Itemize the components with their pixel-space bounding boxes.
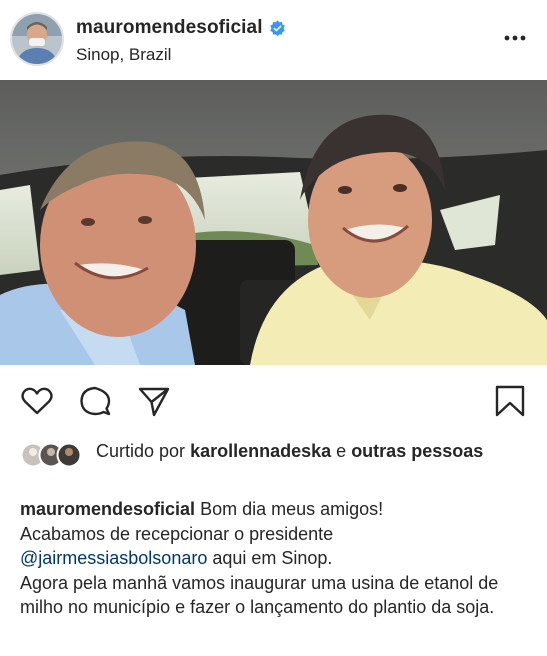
post-actions <box>0 368 547 428</box>
post-caption: mauromendesoficial Bom dia meus amigos! … <box>20 497 540 620</box>
caption-line: mauromendesoficial Bom dia meus amigos! <box>20 497 540 522</box>
caption-line2: Acabamos de recepcionar o presidente <box>20 523 334 544</box>
likes-prefix: Curtido por <box>96 441 186 461</box>
caption-line3-rest: aqui em Sinop. <box>207 548 333 568</box>
share-icon[interactable] <box>137 384 171 418</box>
more-options-icon[interactable] <box>503 26 527 50</box>
caption-line1: Bom dia meus amigos! <box>200 499 384 519</box>
caption-mention[interactable]: @jairmessiasbolsonaro <box>20 548 207 568</box>
post-header: mauromendesoficial Sinop, Brazil <box>0 0 547 80</box>
profile-avatar[interactable] <box>10 12 64 66</box>
heart-icon[interactable] <box>20 384 54 418</box>
post-username[interactable]: mauromendesoficial <box>76 17 263 39</box>
liker-avatars <box>20 442 82 468</box>
verified-badge-icon <box>269 19 285 36</box>
likes-others-link[interactable]: outras pessoas <box>351 441 483 461</box>
avatar-image <box>12 14 62 64</box>
likes-connector: e <box>336 441 347 461</box>
caption-line3: @jairmessiasbolsonaro aqui em Sinop. <box>20 546 540 571</box>
post-image <box>0 80 547 365</box>
likes-text: Curtido por karollennadeska e outras pes… <box>96 440 516 463</box>
bookmark-icon[interactable] <box>493 384 527 418</box>
post-photo[interactable] <box>0 80 547 365</box>
post-location[interactable]: Sinop, Brazil <box>76 45 171 65</box>
comment-icon[interactable] <box>78 384 112 418</box>
caption-username[interactable]: mauromendesoficial <box>20 499 195 519</box>
likes-summary[interactable]: Curtido por karollennadeska e outras pes… <box>20 440 540 490</box>
caption-paragraph2: Agora pela manhã vamos inaugurar uma usi… <box>20 572 499 618</box>
liker-username[interactable]: karollennadeska <box>190 441 331 461</box>
